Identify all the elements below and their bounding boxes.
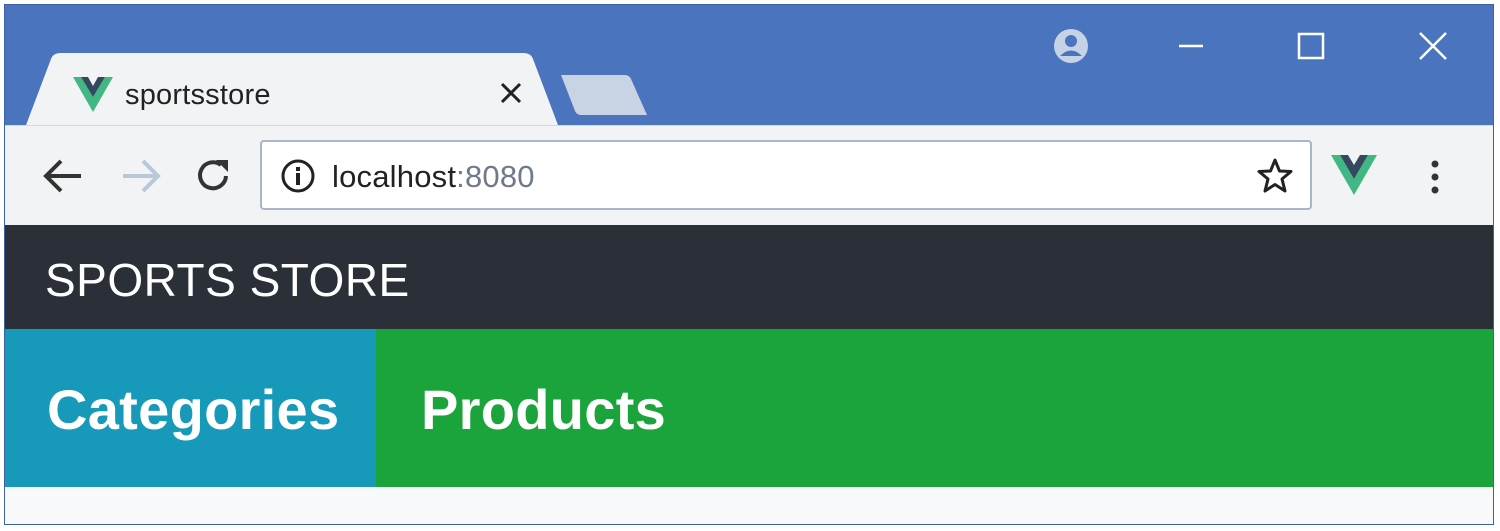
minimize-button[interactable] — [1161, 21, 1221, 71]
tab-title: sportsstore — [125, 79, 271, 111]
browser-menu-button[interactable] — [1415, 152, 1455, 202]
profile-icon — [1054, 29, 1088, 63]
profile-button[interactable] — [1041, 21, 1101, 71]
new-tab-icon[interactable] — [555, 71, 651, 119]
maximize-button[interactable] — [1281, 21, 1341, 71]
products-heading: Products — [421, 378, 667, 441]
back-button[interactable] — [35, 148, 91, 204]
store-brand: SPORTS STORE — [45, 254, 410, 306]
more-vert-icon — [1431, 160, 1439, 194]
browser-tab[interactable]: sportsstore — [23, 53, 563, 133]
url-host: localhost — [332, 159, 457, 194]
close-icon — [1419, 32, 1447, 60]
url-port: :8080 — [456, 159, 535, 194]
minimize-icon — [1179, 44, 1203, 48]
store-navbar: SPORTS STORE — [5, 225, 1493, 329]
vue-logo-icon — [73, 77, 113, 112]
browser-toolbar: localhost:8080 — [5, 125, 1493, 226]
title-bar: sportsstore — [5, 5, 1493, 133]
address-bar[interactable]: localhost:8080 — [260, 140, 1312, 210]
products-column: Products — [376, 329, 1493, 487]
reload-button[interactable] — [185, 148, 241, 204]
page-content: SPORTS STORE Categories Products — [5, 225, 1493, 524]
window-close-button[interactable] — [1403, 21, 1463, 71]
url-text[interactable]: localhost:8080 — [332, 159, 535, 195]
info-icon[interactable] — [280, 158, 316, 194]
reload-icon — [198, 160, 228, 191]
vue-devtools-icon[interactable] — [1331, 152, 1377, 198]
browser-window: sportsstore localhost:8080 SPORTS STORE … — [4, 4, 1494, 525]
bookmark-star-icon[interactable] — [1256, 157, 1294, 195]
forward-icon — [123, 159, 161, 193]
close-icon — [500, 82, 522, 104]
back-icon — [43, 159, 81, 193]
tab-close-button[interactable] — [493, 75, 529, 111]
forward-button[interactable] — [113, 148, 169, 204]
maximize-icon — [1297, 32, 1325, 60]
categories-heading: Categories — [47, 378, 340, 441]
categories-column: Categories — [5, 329, 376, 487]
